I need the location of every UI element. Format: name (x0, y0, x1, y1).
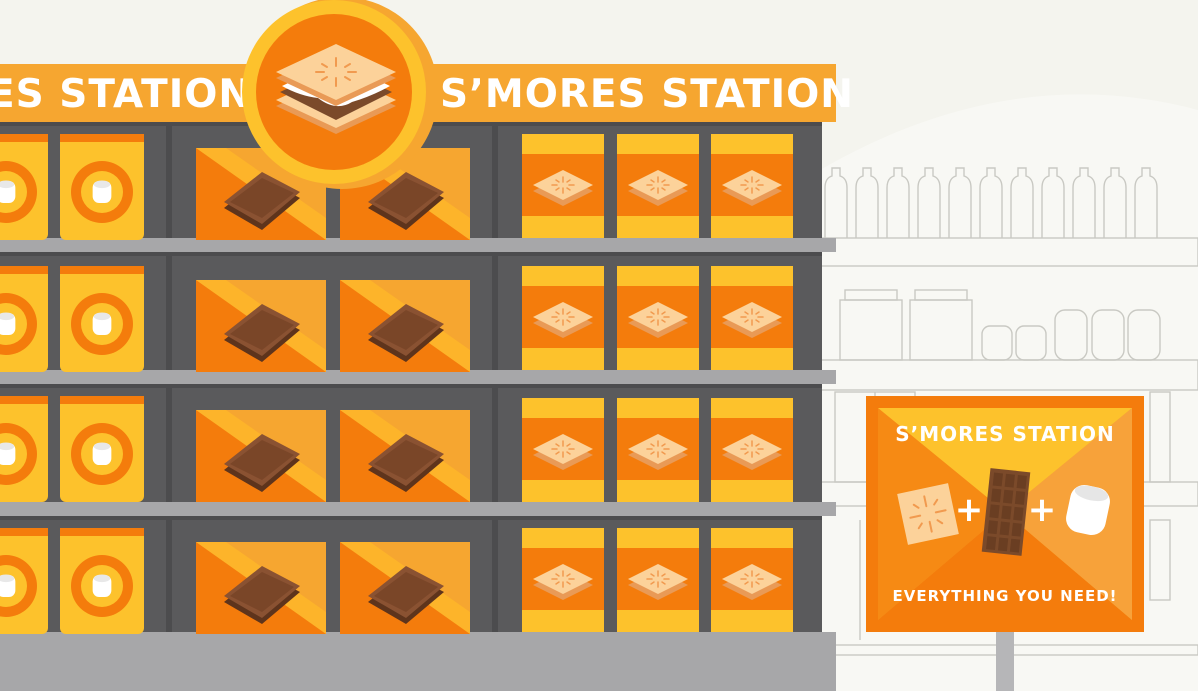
sign-plus-2: + (1028, 490, 1057, 530)
smores-shelf-scene: ES STATION S’MORES STATION S’MORES STATI… (0, 0, 1198, 691)
sign-footer: EVERYTHING YOU NEED! (893, 587, 1118, 605)
banner-left-text: ES STATION (0, 72, 252, 117)
banner-right-text: S’MORES STATION (440, 72, 854, 117)
sign-title: S’MORES STATION (895, 422, 1115, 446)
sign-plus-1: + (955, 490, 984, 530)
sign-cracker-icon (897, 483, 959, 545)
